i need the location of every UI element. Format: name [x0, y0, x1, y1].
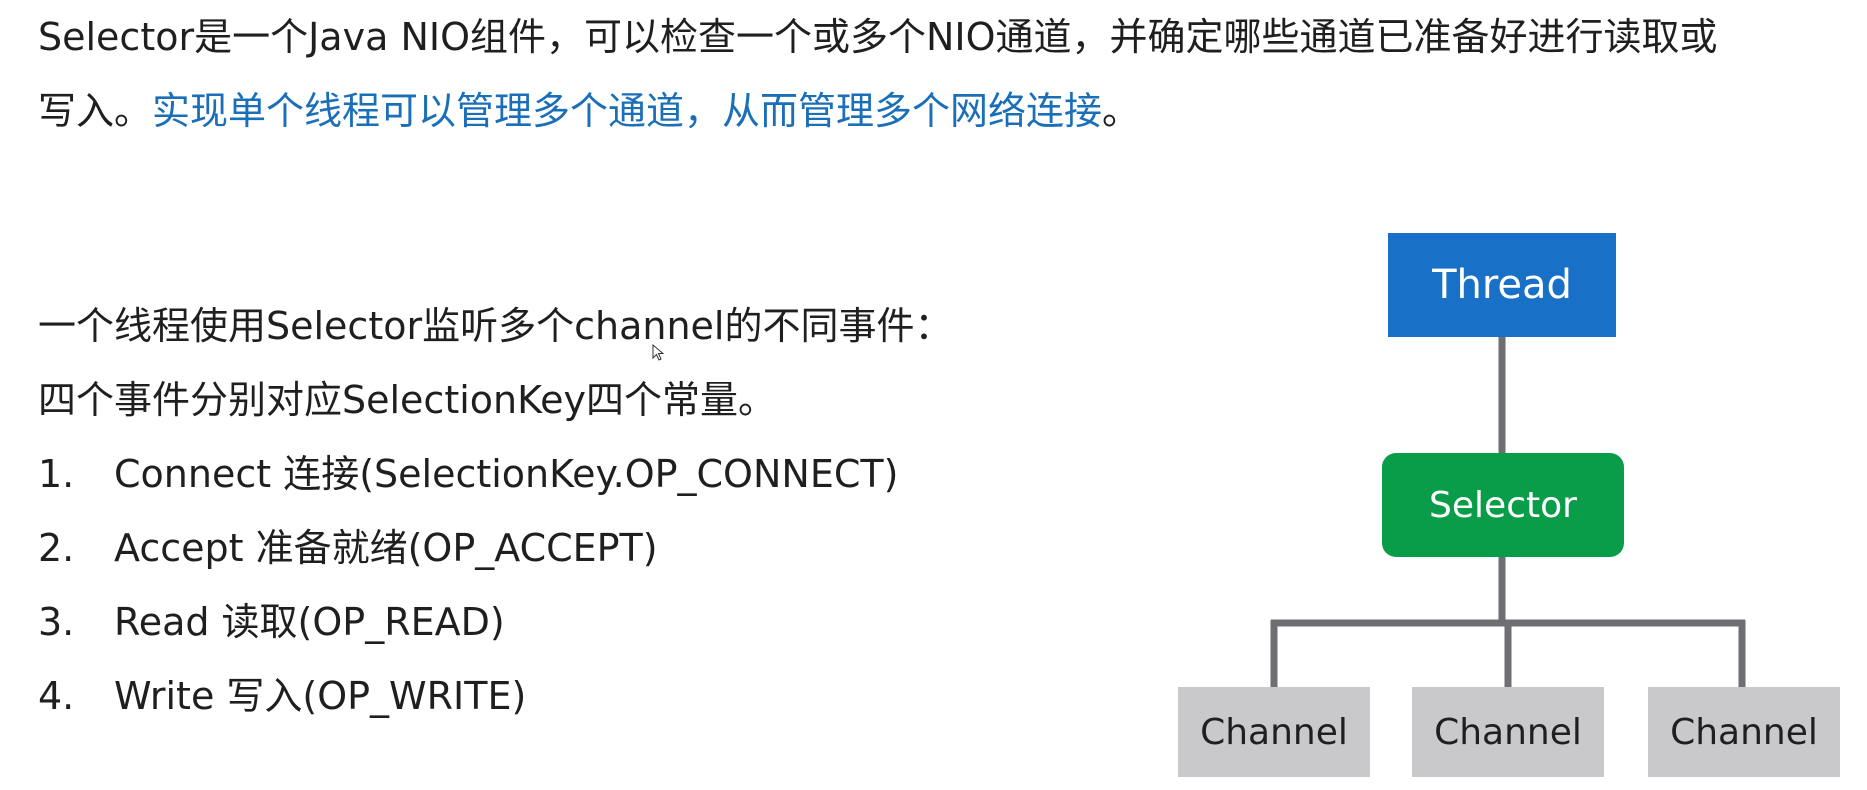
mouse-cursor-icon: [652, 344, 664, 361]
list-item-text: Accept 准备就绪(OP_ACCEPT): [114, 526, 658, 570]
list-item-text: Connect 连接(SelectionKey.OP_CONNECT): [114, 452, 899, 496]
intro-highlight: 实现单个线程可以管理多个通道，从而管理多个网络连接: [152, 89, 1103, 133]
list-item-number: 4.: [38, 674, 75, 718]
intro-line-2-suffix: 。: [1102, 89, 1141, 133]
list-item-text: Write 写入(OP_WRITE): [114, 674, 527, 718]
list-item-text: Read 读取(OP_READ): [114, 600, 505, 644]
intro-line-1: Selector是一个Java NIO组件，可以检查一个或多个NIO通道，并确定…: [38, 15, 1718, 59]
list-item-number: 3.: [38, 600, 75, 644]
events-subheading: 四个事件分别对应SelectionKey四个常量。: [38, 378, 777, 422]
thread-node: Thread: [1388, 233, 1616, 337]
list-item-number: 2.: [38, 526, 75, 570]
selector-node: Selector: [1382, 453, 1624, 557]
list-item: 3. Read 读取(OP_READ): [38, 585, 1138, 659]
events-heading: 一个线程使用Selector监听多个channel的不同事件：: [38, 304, 953, 348]
intro-line-2-prefix: 写入。: [38, 89, 153, 133]
intro-line-2: 写入。实现单个线程可以管理多个通道，从而管理多个网络连接。: [38, 74, 1838, 148]
events-list: 1. Connect 连接(SelectionKey.OP_CONNECT) 2…: [38, 437, 1138, 733]
selector-diagram: Thread Selector Channel Channel Channel: [1170, 230, 1850, 790]
list-item-number: 1.: [38, 452, 75, 496]
events-section: 一个线程使用Selector监听多个channel的不同事件： 四个事件分别对应…: [38, 289, 1138, 733]
list-item: 2. Accept 准备就绪(OP_ACCEPT): [38, 511, 1138, 585]
channel-node: Channel: [1412, 687, 1604, 777]
list-item: 4. Write 写入(OP_WRITE): [38, 659, 1138, 733]
list-item: 1. Connect 连接(SelectionKey.OP_CONNECT): [38, 437, 1138, 511]
channel-node: Channel: [1648, 687, 1840, 777]
intro-paragraph: Selector是一个Java NIO组件，可以检查一个或多个NIO通道，并确定…: [38, 0, 1838, 148]
channel-node: Channel: [1178, 687, 1370, 777]
